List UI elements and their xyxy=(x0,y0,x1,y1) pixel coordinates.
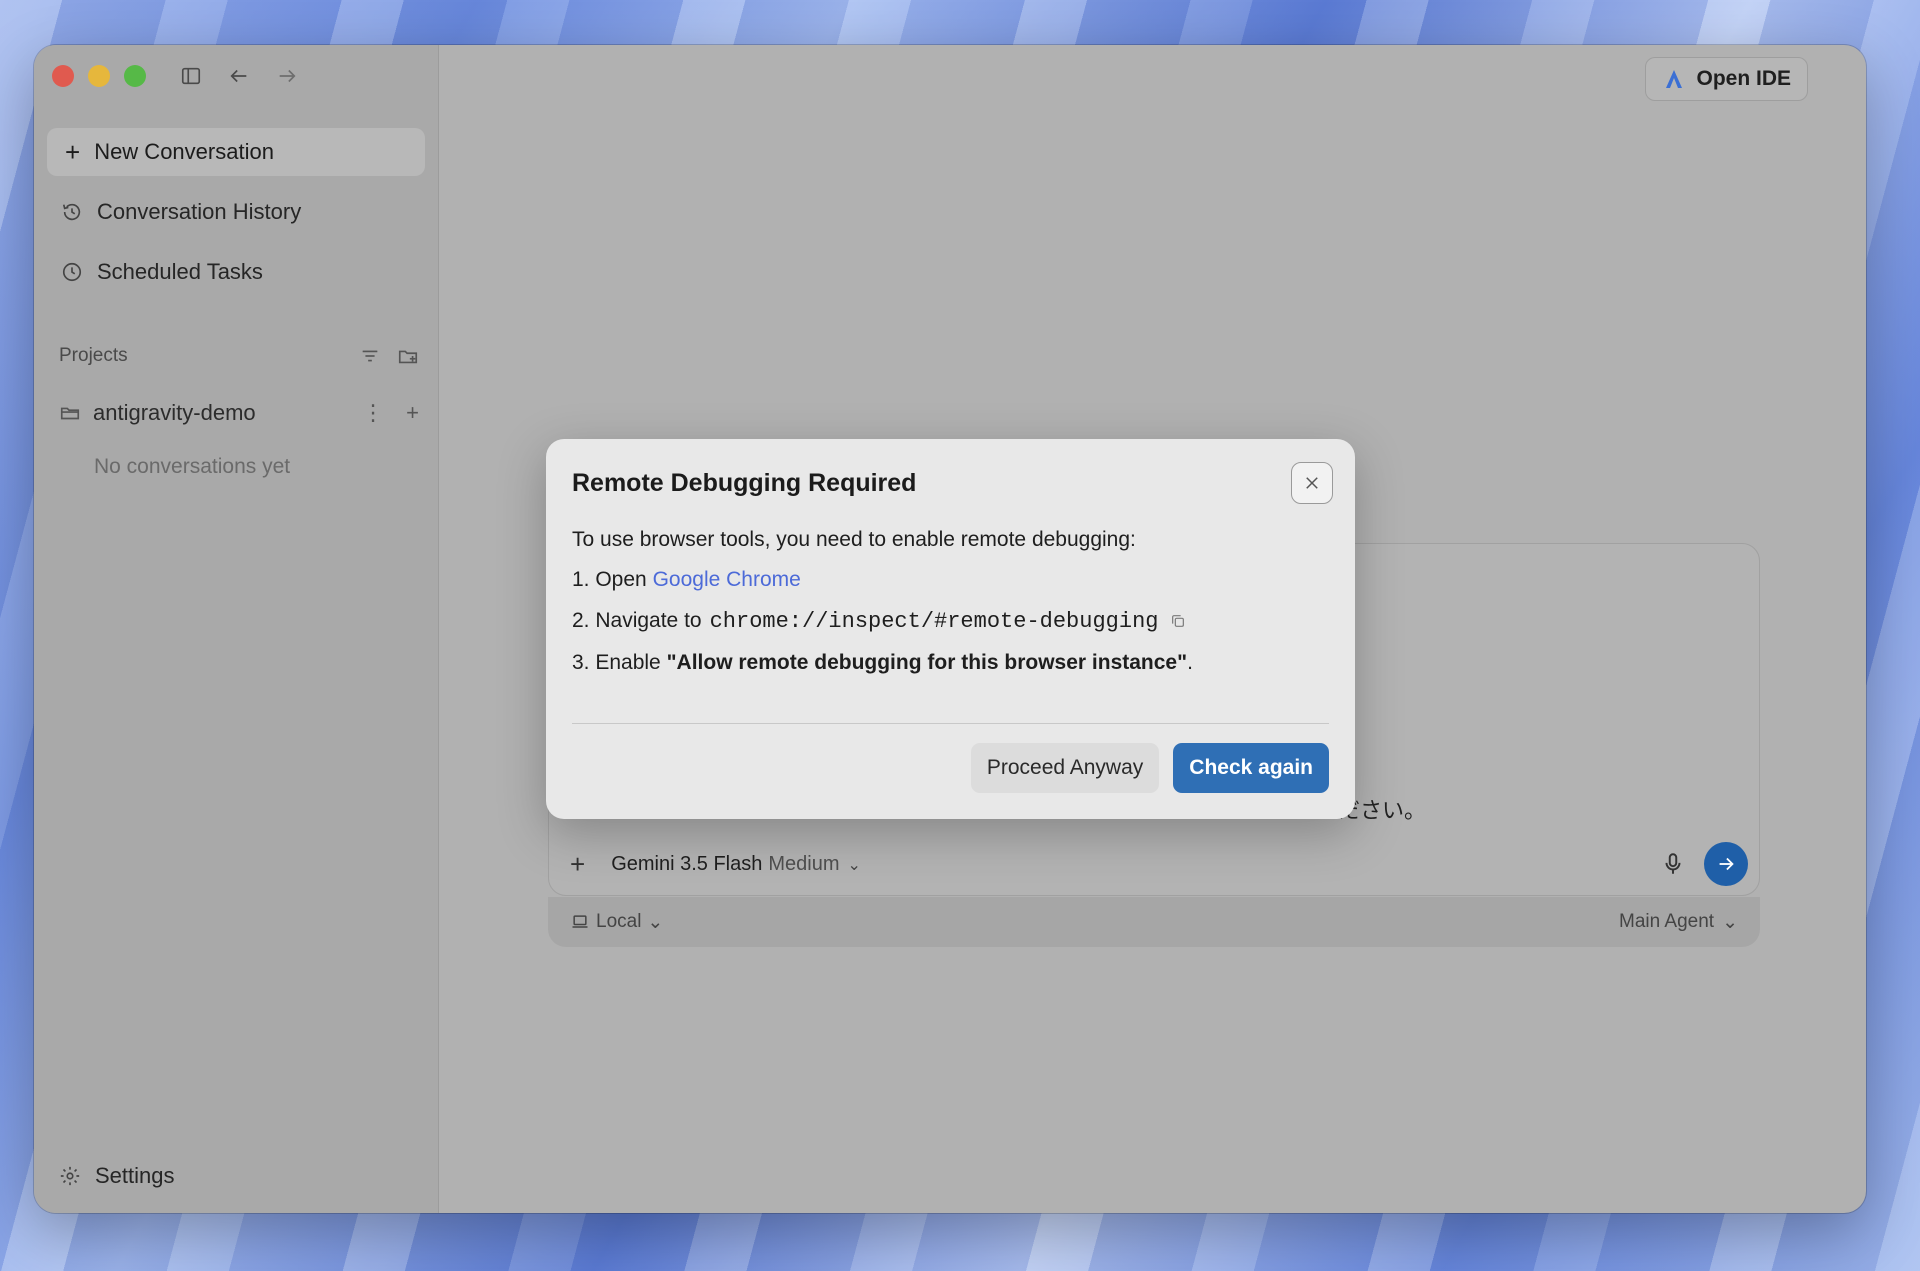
minimize-window-button[interactable] xyxy=(88,65,110,87)
microphone-icon[interactable] xyxy=(1660,851,1686,877)
step-2-text: 2. Navigate to xyxy=(572,608,702,632)
settings-button[interactable]: Settings xyxy=(59,1163,175,1189)
step-3-setting-name: "Allow remote debugging for this browser… xyxy=(666,651,1188,675)
project-name: antigravity-demo xyxy=(93,400,256,425)
empty-conversations-note: No conversations yet xyxy=(94,455,291,478)
more-options-icon[interactable]: ⋮ xyxy=(362,400,384,426)
dialog-actions: Proceed Anyway Check again xyxy=(970,743,1329,793)
chevron-down-icon: ⌄ xyxy=(1722,911,1738,933)
window-controls xyxy=(52,65,146,87)
project-item-antigravity-demo[interactable]: antigravity-demo ⋮ + xyxy=(59,395,419,431)
arrow-right-icon xyxy=(1719,857,1734,871)
model-name: Gemini 3.5 Flash xyxy=(611,852,763,875)
back-arrow-icon[interactable] xyxy=(226,63,252,89)
dialog-step-3: 3. Enable "Allow remote debugging for th… xyxy=(572,649,1329,676)
open-ide-label: Open IDE xyxy=(1696,67,1791,90)
model-selector[interactable]: Gemini 3.5 Flash Medium ⌄ xyxy=(611,853,861,876)
model-mode: Medium xyxy=(768,852,840,875)
settings-label: Settings xyxy=(95,1163,175,1188)
toolbar xyxy=(178,63,300,89)
close-window-button[interactable] xyxy=(52,65,74,87)
chevron-down-icon: ⌄ xyxy=(647,911,664,933)
sidebar: + New Conversation Conversation History … xyxy=(34,45,439,1213)
dialog-close-button[interactable] xyxy=(1291,462,1333,504)
google-chrome-link[interactable]: Google Chrome xyxy=(653,568,801,591)
environment-selector[interactable]: Local ⌄ xyxy=(570,911,663,934)
close-icon xyxy=(1306,477,1318,489)
composer-toolbar: + Gemini 3.5 Flash Medium ⌄ xyxy=(548,833,1760,895)
composer-footer: Local ⌄ Main Agent ⌄ xyxy=(548,897,1760,947)
check-again-button[interactable]: Check again xyxy=(1173,743,1329,793)
step-3-text: 3. Enable xyxy=(572,651,661,675)
clock-icon xyxy=(62,262,82,282)
conversation-history-label: Conversation History xyxy=(97,199,302,224)
new-folder-icon[interactable] xyxy=(397,345,419,367)
add-conversation-icon[interactable]: + xyxy=(406,400,419,426)
folder-icon xyxy=(60,407,80,420)
dialog-title: Remote Debugging Required xyxy=(572,469,917,497)
step-3-suffix: . xyxy=(1187,651,1193,675)
forward-arrow-icon[interactable] xyxy=(274,63,300,89)
scheduled-tasks-item[interactable]: Scheduled Tasks xyxy=(47,248,425,296)
send-button[interactable] xyxy=(1704,842,1748,886)
remote-debugging-dialog: Remote Debugging Required To use browser… xyxy=(546,439,1355,819)
projects-header: Projects xyxy=(59,345,419,367)
dialog-body: To use browser tools, you need to enable… xyxy=(572,526,1329,676)
agent-label: Main Agent xyxy=(1619,911,1715,932)
dialog-divider xyxy=(572,723,1329,724)
proceed-anyway-button[interactable]: Proceed Anyway xyxy=(970,743,1160,793)
agent-selector[interactable]: Main Agent ⌄ xyxy=(1619,911,1738,934)
filter-icon[interactable] xyxy=(359,345,381,367)
projects-label: Projects xyxy=(59,345,128,366)
dialog-step-1: 1. Open Google Chrome xyxy=(572,566,1329,593)
history-icon xyxy=(62,203,81,221)
antigravity-logo-icon xyxy=(1666,70,1683,88)
inspect-url-code: chrome://inspect/#remote-debugging xyxy=(709,608,1159,634)
conversation-history-item[interactable]: Conversation History xyxy=(47,188,425,236)
dialog-step-2: 2. Navigate to chrome://inspect/#remote-d… xyxy=(572,607,1329,637)
gear-icon xyxy=(60,1166,80,1186)
step-1-text: 1. Open xyxy=(572,568,647,592)
copy-icon[interactable] xyxy=(1170,613,1186,629)
zoom-window-button[interactable] xyxy=(124,65,146,87)
plus-icon: + xyxy=(65,136,81,167)
new-conversation-label: New Conversation xyxy=(94,139,274,164)
environment-label: Local xyxy=(596,911,642,932)
open-ide-button[interactable]: Open IDE xyxy=(1645,57,1808,101)
sidebar-toggle-icon[interactable] xyxy=(178,63,204,89)
attach-plus-icon[interactable]: + xyxy=(570,849,585,880)
dialog-intro: To use browser tools, you need to enable… xyxy=(572,528,1136,551)
scheduled-tasks-label: Scheduled Tasks xyxy=(97,259,263,284)
new-conversation-button[interactable]: + New Conversation xyxy=(47,128,425,176)
chevron-down-icon: ⌄ xyxy=(847,856,861,874)
laptop-icon xyxy=(572,915,588,928)
